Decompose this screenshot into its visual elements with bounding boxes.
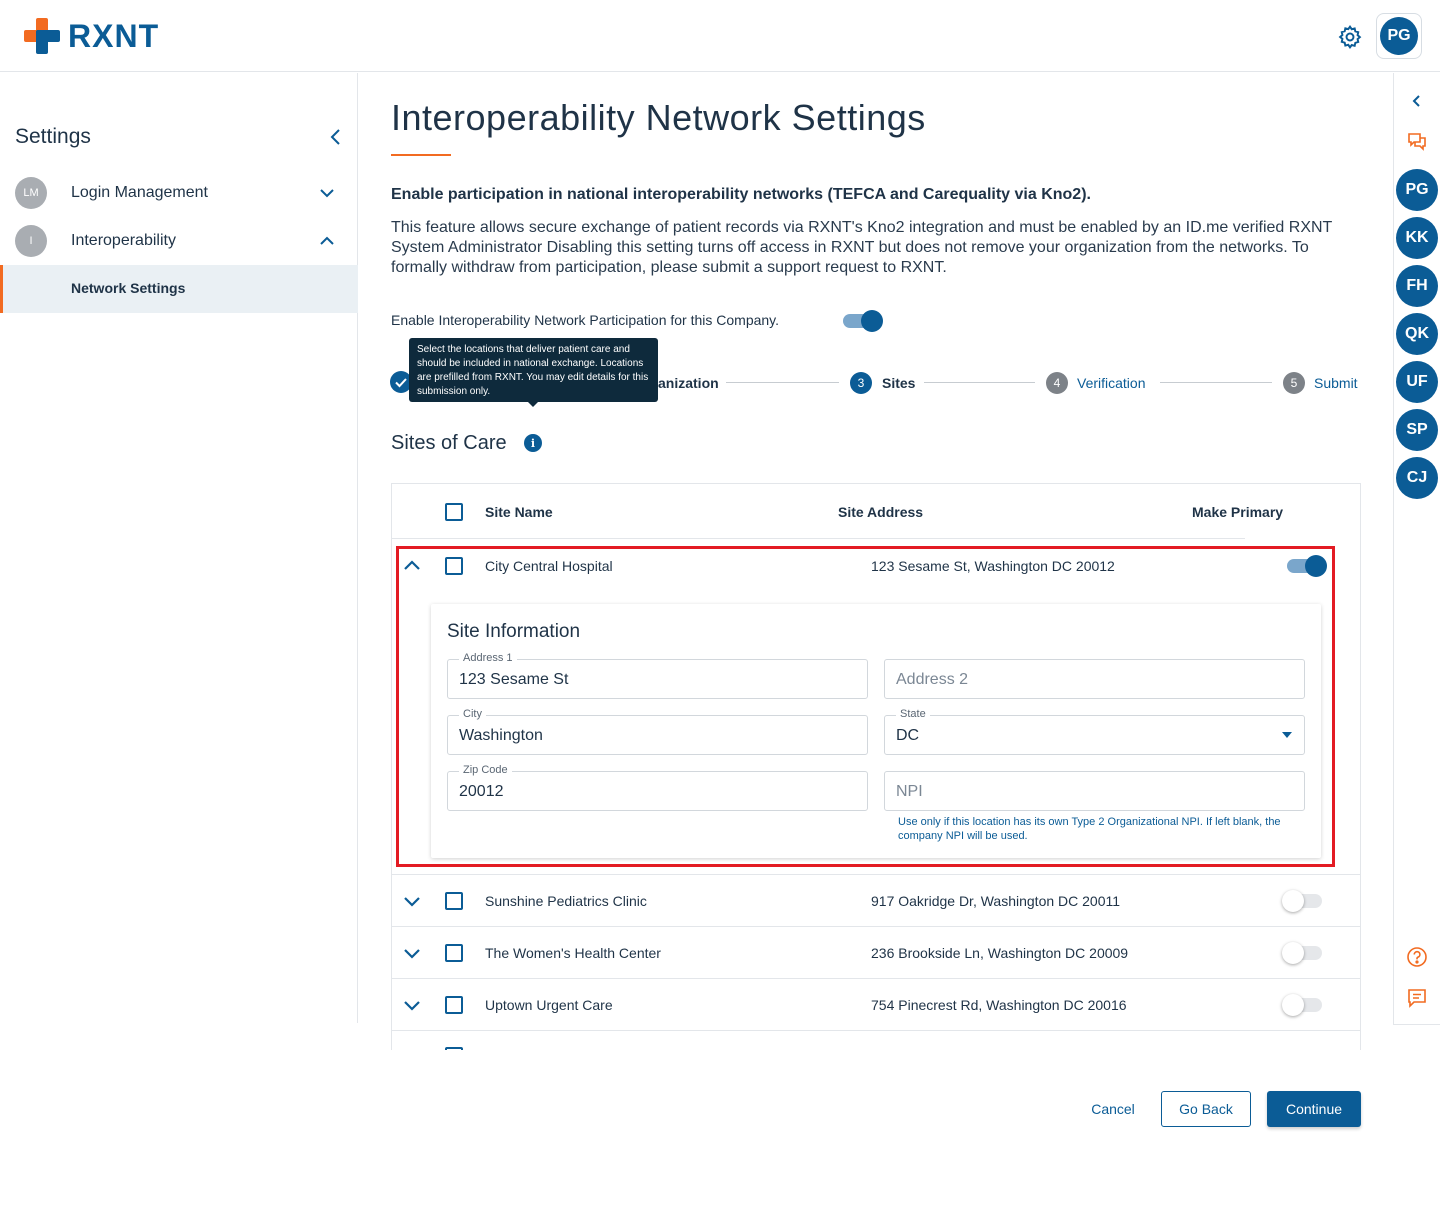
gear-icon[interactable] [1337, 24, 1363, 50]
sites-tooltip: Select the locations that deliver patien… [409, 338, 658, 402]
select-all-checkbox[interactable] [445, 503, 463, 521]
row-divider [392, 1030, 1360, 1031]
page-title: Interoperability Network Settings [391, 97, 926, 138]
column-header-make-primary: Make Primary [1192, 504, 1284, 520]
site-name: Sunshine Pediatrics Clinic [485, 893, 647, 909]
title-underline [391, 154, 451, 156]
row-divider [392, 874, 1360, 875]
rail-user-avatar[interactable]: PG [1396, 169, 1438, 211]
enable-participation-label: Enable Interoperability Network Particip… [391, 312, 780, 328]
step-5-number: 5 [1283, 372, 1305, 394]
step-4-label[interactable]: Verification [1077, 375, 1145, 391]
info-icon[interactable]: i [524, 434, 542, 452]
sidebar-item-label: Login Management [71, 184, 208, 201]
logo-text: RXNT [68, 18, 160, 54]
help-icon[interactable] [1406, 946, 1428, 968]
make-primary-toggle[interactable] [1282, 942, 1322, 964]
sidebar-subitem-label: Network Settings [71, 280, 186, 296]
continue-button[interactable]: Continue [1267, 1091, 1361, 1127]
site-address: 917 Oakridge Dr, Washington DC 20011 [871, 893, 1121, 909]
sidebar-item-network-settings[interactable]: Network Settings [0, 265, 358, 313]
rail-user-avatar[interactable]: QK [1396, 313, 1438, 355]
step-2-label[interactable]: anization [658, 375, 719, 391]
sidebar-item-interoperability[interactable]: I Interoperability [0, 221, 358, 261]
rxnt-logo-icon [24, 18, 60, 54]
column-header-site-name: Site Name [485, 504, 553, 520]
step-3-label[interactable]: Sites [882, 375, 915, 391]
stepper-connector [1160, 382, 1272, 383]
cancel-button[interactable]: Cancel [1082, 1092, 1144, 1126]
row-checkbox[interactable] [445, 944, 463, 962]
row-checkbox[interactable] [445, 892, 463, 910]
rail-user-avatar[interactable]: CJ [1396, 457, 1438, 499]
sidebar-item-label: Interoperability [71, 232, 176, 249]
sites-of-care-title: Sites of Care [391, 432, 507, 454]
site-name: Uptown Urgent Care [485, 997, 613, 1013]
row-checkbox[interactable] [445, 996, 463, 1014]
site-address: 236 Brookside Ln, Washington DC 20009 [871, 945, 1129, 961]
settings-sidebar: Settings LM Login Management I Interoper… [0, 73, 358, 1023]
row-divider [392, 978, 1360, 979]
row-checkbox[interactable] [445, 1047, 463, 1050]
rxnt-logo[interactable]: RXNT [24, 18, 159, 54]
chevron-left-icon[interactable] [1409, 93, 1425, 109]
sidebar-title: Settings [15, 125, 91, 148]
user-avatar[interactable]: PG [1376, 13, 1422, 59]
chevron-down-icon[interactable] [402, 943, 422, 963]
chevron-down-icon[interactable] [402, 995, 422, 1015]
chevron-down-icon [320, 189, 334, 198]
column-header-site-address: Site Address [838, 504, 924, 520]
stepper-connector [726, 382, 839, 383]
sidebar-item-badge: I [15, 225, 47, 257]
user-avatar-initials: PG [1380, 17, 1418, 55]
stepper-connector [924, 382, 1035, 383]
step-5-label[interactable]: Submit [1314, 375, 1358, 391]
highlight-box [396, 546, 1335, 867]
top-bar: RXNT PG [0, 0, 1440, 72]
header-divider [392, 538, 1245, 539]
make-primary-toggle[interactable] [1282, 994, 1322, 1016]
go-back-button[interactable]: Go Back [1161, 1091, 1251, 1127]
rail-user-avatar[interactable]: UF [1396, 361, 1438, 403]
rail-user-avatar[interactable]: KK [1396, 217, 1438, 259]
chat-bubbles-icon[interactable] [1406, 130, 1428, 152]
site-address: 754 Pinecrest Rd, Washington DC 20016 [871, 997, 1127, 1013]
page-subheading: Enable participation in national interop… [391, 186, 1091, 203]
rail-user-avatar[interactable]: FH [1396, 265, 1438, 307]
sidebar-item-login-management[interactable]: LM Login Management [0, 173, 358, 213]
message-icon[interactable] [1406, 987, 1428, 1009]
chevron-up-icon [320, 236, 334, 245]
tooltip-arrow [527, 401, 539, 407]
row-divider [392, 926, 1360, 927]
step-4-number: 4 [1046, 372, 1068, 394]
rail-user-avatar[interactable]: SP [1396, 409, 1438, 451]
sidebar-item-badge: LM [15, 177, 47, 209]
right-rail: PG KK FH QK UF SP CJ [1393, 73, 1440, 1025]
page-description: This feature allows secure exchange of p… [391, 219, 1333, 276]
step-3-number: 3 [850, 372, 872, 394]
chevron-down-icon[interactable] [402, 891, 422, 911]
make-primary-toggle[interactable] [1282, 890, 1322, 912]
chevron-left-icon[interactable] [326, 127, 346, 147]
enable-participation-toggle[interactable] [843, 310, 883, 332]
site-name: The Women's Health Center [485, 945, 661, 961]
